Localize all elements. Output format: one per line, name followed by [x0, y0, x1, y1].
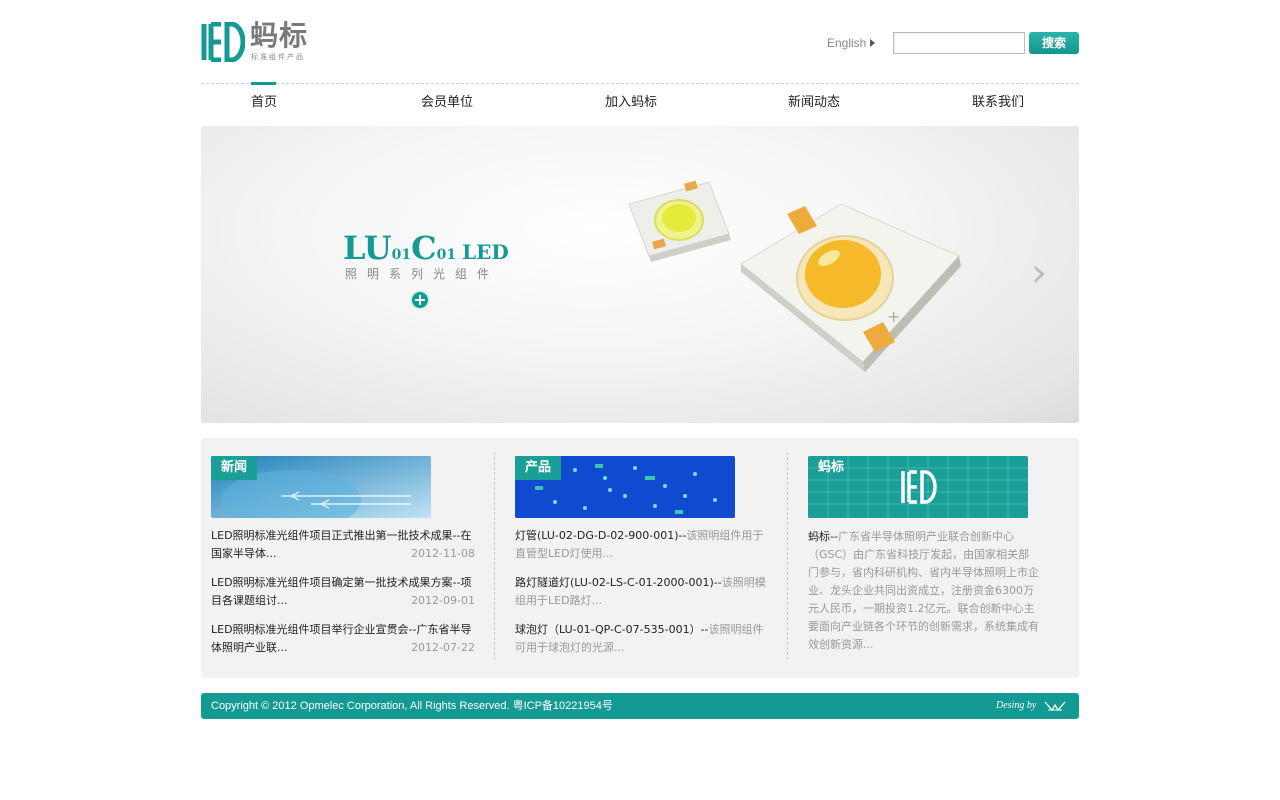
news-item[interactable]: LED照明标准光组件项目确定第一批技术成果方案--项目各课题组讨... 2012… — [211, 574, 475, 610]
brand-tagline: 标准组件产品 — [251, 53, 305, 61]
about-header-image[interactable]: 蚂标 — [808, 456, 1028, 518]
banner-title-part: LU — [343, 229, 392, 267]
product-name: 灯管(LU-02-DG-D-02-900-001)-- — [515, 529, 687, 542]
news-date: 2012-11-08 — [411, 547, 475, 560]
about-body: 广东省半导体照明产业联合创新中心（GSC）由广东省科技厅发起，由国家相关部门参与… — [808, 530, 1039, 651]
nav-item-news[interactable]: 新闻动态 — [788, 94, 840, 112]
nav-item-home[interactable]: 首页 — [251, 94, 277, 112]
news-heading: 新闻 — [211, 456, 258, 480]
column-divider — [787, 452, 788, 660]
news-header-image[interactable]: 新闻 — [211, 456, 431, 518]
nav-item-members[interactable]: 会员单位 — [421, 94, 473, 112]
banner-subtitle: 照明系列光组件 — [345, 267, 500, 281]
product-name: 球泡灯（LU-01-QP-C-07-535-001）-- — [515, 623, 709, 636]
news-date: 2012-09-01 — [411, 594, 475, 607]
language-label: English — [827, 36, 867, 50]
triangle-right-icon — [870, 39, 876, 47]
nav-active-indicator — [251, 82, 276, 85]
banner-title-part: 01 — [391, 247, 412, 263]
page: 蚂标 标准组件产品 English 搜索 首页 会员单位 加入蚂标 新闻动态 联… — [201, 0, 1079, 800]
search-button[interactable]: 搜索 — [1029, 32, 1079, 54]
led-module-illustration: + — [628, 180, 961, 372]
content-panel: 新闻 LED照明标准光组件项目正式推出第一批技术成果--在国家半导体... 20… — [201, 438, 1079, 678]
product-item[interactable]: 路灯隧道灯(LU-02-LS-C-01-2000-001)--该照明模组用于LE… — [515, 574, 773, 610]
column-divider — [494, 452, 495, 660]
news-date: 2012-07-22 — [411, 641, 475, 654]
copyright-text: Copyright © 2012 Opmelec Corporation, Al… — [211, 700, 613, 712]
led-logo-icon — [201, 22, 245, 62]
footer-bar: Copyright © 2012 Opmelec Corporation, Al… — [201, 693, 1079, 719]
about-heading: 蚂标 — [818, 460, 845, 475]
products-heading: 产品 — [515, 456, 562, 480]
hero-banner[interactable]: + LU01C01 LED 照明系列光组件 + › — [201, 126, 1079, 423]
news-item[interactable]: LED照明标准光组件项目正式推出第一批技术成果--在国家半导体... 2012-… — [211, 527, 475, 563]
nav-item-contact[interactable]: 联系我们 — [972, 94, 1024, 112]
about-text: 蚂标--广东省半导体照明产业联合创新中心（GSC）由广东省科技厅发起，由国家相关… — [808, 528, 1040, 654]
about-lead: 蚂标-- — [808, 530, 838, 543]
plus-icon[interactable]: + — [410, 290, 430, 310]
product-item[interactable]: 球泡灯（LU-01-QP-C-07-535-001）--该照明组件可用于球泡灯的… — [515, 621, 773, 657]
product-item[interactable]: 灯管(LU-02-DG-D-02-900-001)--该照明组件用于直管型LED… — [515, 527, 773, 563]
banner-title-part: LED — [462, 240, 509, 264]
nav-divider — [201, 83, 1079, 84]
designer-logo-icon — [1044, 701, 1066, 712]
news-item[interactable]: LED照明标准光组件项目举行企业宣贯会--广东省半导体照明产业联... 2012… — [211, 621, 475, 657]
banner-title-part: 01 — [436, 247, 457, 263]
search-input[interactable] — [893, 32, 1025, 54]
design-credit: Desing by — [996, 700, 1037, 711]
site-logo[interactable]: 蚂标 标准组件产品 — [201, 19, 313, 64]
product-name: 路灯隧道灯(LU-02-LS-C-01-2000-001)-- — [515, 576, 722, 589]
language-link[interactable]: English — [827, 35, 876, 51]
brand-name: 蚂标 — [250, 19, 309, 52]
products-header-image[interactable]: 产品 — [515, 456, 735, 518]
banner-title-part: C — [411, 229, 437, 267]
nav-item-join[interactable]: 加入蚂标 — [605, 94, 657, 112]
svg-text:+: + — [887, 307, 900, 326]
chevron-right-icon[interactable]: › — [1031, 251, 1047, 295]
